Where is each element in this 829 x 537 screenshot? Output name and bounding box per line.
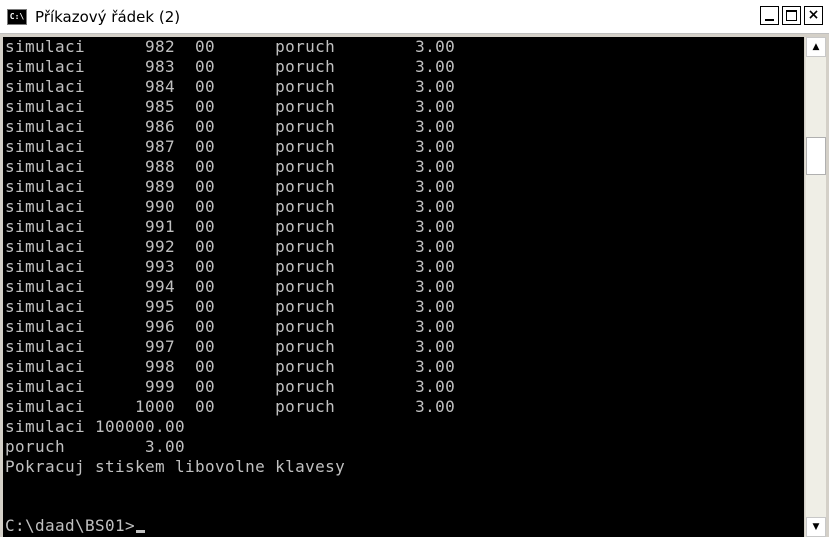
console-line: simulaci 998 00 poruch 3.00 bbox=[5, 357, 456, 376]
console-line: simulaci 1000 00 poruch 3.00 bbox=[5, 397, 456, 416]
console-line: simulaci 990 00 poruch 3.00 bbox=[5, 197, 456, 216]
scroll-up-button[interactable]: ▲ bbox=[806, 37, 826, 57]
minimize-button[interactable] bbox=[760, 6, 779, 25]
console-line: simulaci 996 00 poruch 3.00 bbox=[5, 317, 456, 336]
maximize-icon bbox=[786, 10, 797, 21]
console-line: simulaci 986 00 poruch 3.00 bbox=[5, 117, 456, 136]
console-line: simulaci 989 00 poruch 3.00 bbox=[5, 177, 456, 196]
console-line: simulaci 982 00 poruch 3.00 bbox=[5, 37, 456, 56]
console-line: simulaci 995 00 poruch 3.00 bbox=[5, 297, 456, 316]
title-bar[interactable]: C:\ Příkazový řádek (2) × bbox=[0, 0, 829, 34]
console-app-icon[interactable]: C:\ bbox=[7, 9, 27, 25]
close-button[interactable]: × bbox=[804, 6, 823, 25]
console-line: simulaci 992 00 poruch 3.00 bbox=[5, 237, 456, 256]
minimize-icon bbox=[765, 19, 774, 21]
down-arrow-icon: ▼ bbox=[812, 522, 820, 532]
vertical-scrollbar[interactable]: ▲ ▼ bbox=[805, 37, 826, 537]
console-line: simulaci 987 00 poruch 3.00 bbox=[5, 137, 456, 156]
prompt-text: C:\daad\BS01> bbox=[5, 516, 136, 535]
maximize-button[interactable] bbox=[782, 6, 801, 25]
window-title: Příkazový řádek (2) bbox=[35, 8, 181, 26]
console-line: simulaci 984 00 poruch 3.00 bbox=[5, 77, 456, 96]
scrollbar-thumb[interactable] bbox=[806, 137, 826, 175]
console-line: simulaci 994 00 poruch 3.00 bbox=[5, 277, 456, 296]
console-line: simulaci 985 00 poruch 3.00 bbox=[5, 97, 456, 116]
console-line: simulaci 997 00 poruch 3.00 bbox=[5, 337, 456, 356]
console-line: poruch 3.00 bbox=[5, 437, 186, 456]
console-line: simulaci 993 00 poruch 3.00 bbox=[5, 257, 456, 276]
console-line: simulaci 100000.00 bbox=[5, 417, 186, 436]
text-cursor bbox=[136, 530, 146, 533]
console-line: simulaci 988 00 poruch 3.00 bbox=[5, 157, 456, 176]
console-line: simulaci 983 00 poruch 3.00 bbox=[5, 57, 456, 76]
console-window: C:\ Příkazový řádek (2) × simulaci 982 0… bbox=[0, 0, 829, 537]
console-line: Pokracuj stiskem libovolne klavesy bbox=[5, 457, 346, 476]
console-output[interactable]: simulaci 982 00 poruch 3.00 simulaci 983… bbox=[3, 37, 804, 537]
command-prompt[interactable]: C:\daad\BS01> bbox=[5, 516, 146, 536]
console-lines: simulaci 982 00 poruch 3.00 simulaci 983… bbox=[5, 37, 455, 477]
up-arrow-icon: ▲ bbox=[812, 42, 820, 52]
close-icon: × bbox=[807, 7, 820, 23]
console-line: simulaci 991 00 poruch 3.00 bbox=[5, 217, 456, 236]
console-line: simulaci 999 00 poruch 3.00 bbox=[5, 377, 456, 396]
scroll-down-button[interactable]: ▼ bbox=[806, 517, 826, 537]
